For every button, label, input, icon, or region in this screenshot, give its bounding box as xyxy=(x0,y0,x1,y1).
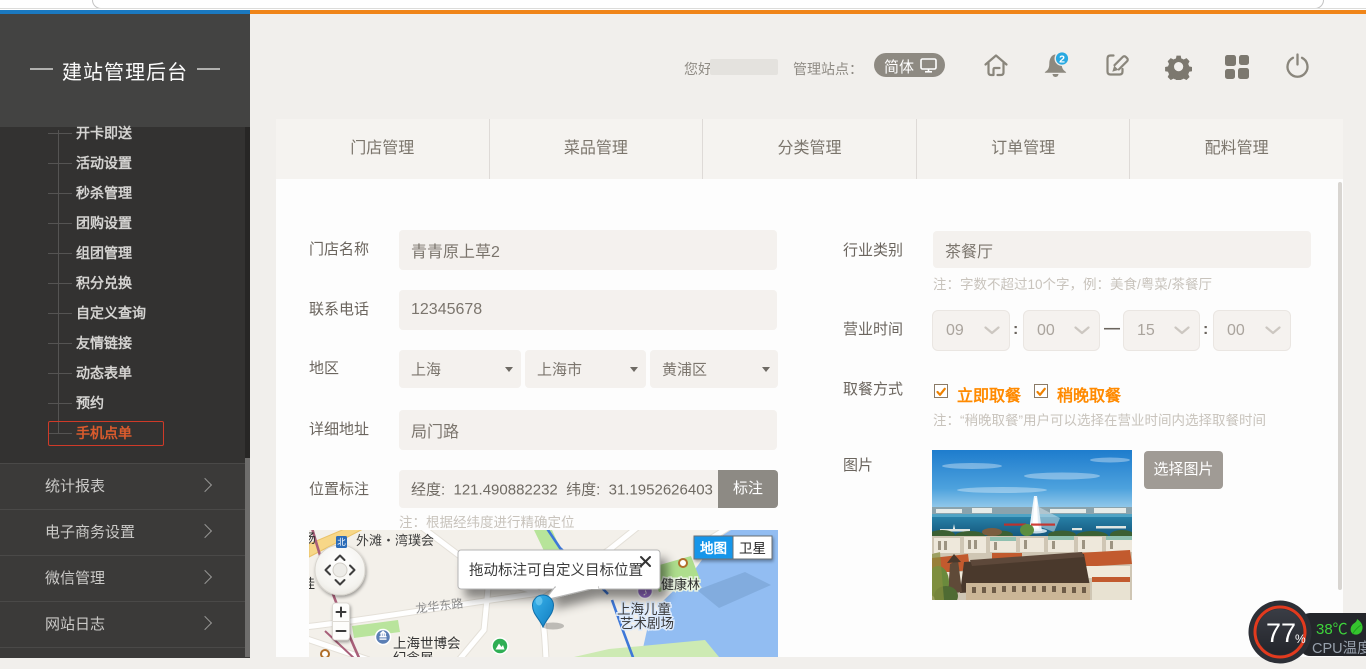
svg-text:外滩・湾璞会: 外滩・湾璞会 xyxy=(356,533,434,548)
svg-text:地图: 地图 xyxy=(700,540,727,556)
svg-text:拖动标注可自定义目标位置: 拖动标注可自定义目标位置 xyxy=(469,562,643,579)
svg-text:纪念展: 纪念展 xyxy=(393,650,434,657)
svg-text:上海儿童: 上海儿童 xyxy=(617,601,671,617)
svg-text:场: 场 xyxy=(309,531,316,546)
svg-text:健康林: 健康林 xyxy=(661,577,700,592)
svg-text:77: 77 xyxy=(1266,618,1296,648)
svg-text:%: % xyxy=(1295,632,1306,646)
svg-text:上海世博会: 上海世博会 xyxy=(393,635,461,651)
svg-text:艺术剧场: 艺术剧场 xyxy=(620,616,674,631)
svg-text:挂: 挂 xyxy=(309,576,315,591)
svg-text:2: 2 xyxy=(1059,53,1065,65)
svg-text:卫星: 卫星 xyxy=(739,541,766,556)
svg-text:北: 北 xyxy=(337,537,346,547)
